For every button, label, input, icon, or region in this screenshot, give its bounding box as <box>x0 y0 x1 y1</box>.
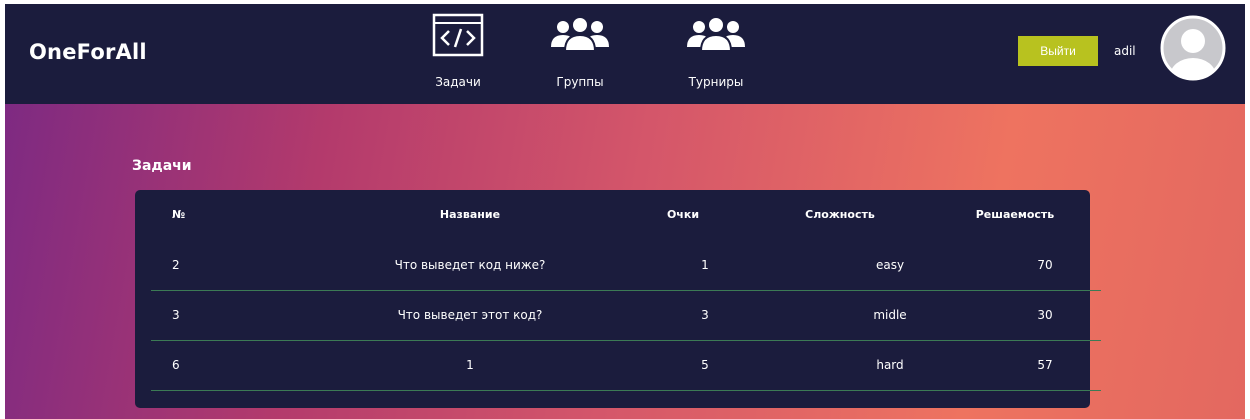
cell-name[interactable]: 1 <box>345 358 595 372</box>
cell-points: 5 <box>701 358 709 372</box>
nav-label-tasks: Задачи <box>435 75 481 89</box>
logout-button[interactable]: Выйти <box>1018 36 1098 66</box>
column-header-solvability: Решаемость <box>975 208 1055 221</box>
user-avatar-icon[interactable] <box>1159 14 1227 82</box>
cell-points: 1 <box>701 258 709 272</box>
cell-name[interactable]: Что выведет этот код? <box>345 308 595 322</box>
page-title: Задачи <box>132 158 192 174</box>
main-content: Задачи № Название Очки Сложность Решаемо… <box>5 104 1245 419</box>
users-group-icon <box>686 13 746 57</box>
cell-solvability: 30 <box>1037 308 1053 322</box>
cell-solvability: 70 <box>1037 258 1053 272</box>
column-header-name: Название <box>439 208 501 221</box>
nav-item-tasks[interactable]: Задачи <box>403 4 513 104</box>
cell-difficulty: hard <box>876 358 904 372</box>
table-row[interactable]: 3 Что выведет этот код? 3 midle 30 <box>135 291 1101 341</box>
row-divider <box>151 390 1101 391</box>
code-window-icon <box>432 13 484 57</box>
cell-name[interactable]: Что выведет код ниже? <box>345 258 595 272</box>
nav-item-groups[interactable]: Группы <box>525 4 635 104</box>
cell-number: 3 <box>172 308 180 322</box>
users-group-icon <box>550 13 610 57</box>
table-row[interactable]: 6 1 5 hard 57 <box>135 341 1101 391</box>
app-logo[interactable]: OneForAll <box>29 40 147 64</box>
column-header-difficulty: Сложность <box>805 208 875 221</box>
cell-number: 2 <box>172 258 180 272</box>
cell-difficulty: midle <box>873 308 907 322</box>
top-navbar: OneForAll Задачи Группы Турниры Выйти ad… <box>5 4 1245 104</box>
cell-number: 6 <box>172 358 180 372</box>
table-row[interactable]: 2 Что выведет код ниже? 1 easy 70 <box>135 241 1101 291</box>
nav-item-tournaments[interactable]: Турниры <box>661 4 771 104</box>
cell-difficulty: easy <box>875 258 905 272</box>
nav-label-groups: Группы <box>556 75 604 89</box>
tasks-table: № Название Очки Сложность Решаемость 2 Ч… <box>135 190 1101 408</box>
column-header-number: № <box>172 208 186 221</box>
username-label: adil <box>1114 44 1136 58</box>
nav-label-tournaments: Турниры <box>688 75 744 89</box>
column-header-points: Очки <box>666 208 700 221</box>
cell-points: 3 <box>701 308 709 322</box>
cell-solvability: 57 <box>1037 358 1053 372</box>
